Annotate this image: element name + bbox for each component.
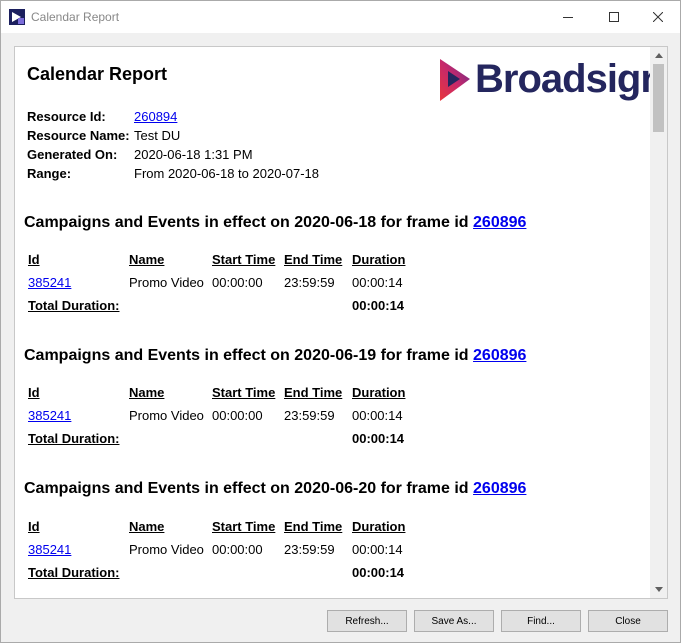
minimize-icon <box>563 17 573 18</box>
refresh-button[interactable]: Refresh... <box>327 610 407 632</box>
column-header-id: Id <box>28 252 40 267</box>
column-header-duration: Duration <box>352 385 406 400</box>
frame-id-link[interactable]: 260896 <box>473 214 526 231</box>
row-id-link[interactable]: 385241 <box>28 408 71 423</box>
resource-name-label: Resource Name: <box>27 128 130 143</box>
column-header-id: Id <box>28 519 40 534</box>
section-heading-text: Campaigns and Events in effect on 2020-0… <box>24 214 469 231</box>
frame-id-link[interactable]: 260896 <box>473 480 526 497</box>
column-header-start-time: Start Time <box>212 519 276 534</box>
close-window-button[interactable] <box>635 1 681 33</box>
save-as-button[interactable]: Save As... <box>414 610 494 632</box>
calendar-report-window: Calendar Report Calendar Report Broadsig… <box>0 0 681 643</box>
total-duration-label: Total Duration: <box>28 431 120 446</box>
report-title: Calendar Report <box>27 64 168 84</box>
row-duration: 00:00:14 <box>352 275 403 290</box>
range-label: Range: <box>27 166 72 181</box>
scrollbar-thumb[interactable] <box>653 64 664 132</box>
row-end-time: 23:59:59 <box>284 275 335 290</box>
broadsign-logo: Broadsign <box>438 57 665 103</box>
vertical-scrollbar[interactable] <box>650 47 667 598</box>
column-header-end-time: End Time <box>284 519 343 534</box>
row-start-time: 00:00:00 <box>212 408 263 423</box>
row-end-time: 23:59:59 <box>284 408 335 423</box>
row-name: Promo Video <box>129 275 204 290</box>
column-header-name: Name <box>129 385 165 400</box>
window-title: Calendar Report <box>31 10 120 24</box>
scroll-down-button[interactable] <box>650 581 667 598</box>
total-duration-value: 00:00:14 <box>352 298 405 313</box>
total-duration-label: Total Duration: <box>28 298 120 313</box>
row-id-link[interactable]: 385241 <box>28 275 71 290</box>
row-name: Promo Video <box>129 408 204 423</box>
total-duration-value: 00:00:14 <box>352 431 405 446</box>
generated-on-label: Generated On: <box>27 147 118 162</box>
row-start-time: 00:00:00 <box>212 542 263 557</box>
maximize-button[interactable] <box>591 1 637 33</box>
find-button[interactable]: Find... <box>501 610 581 632</box>
frame-id-link[interactable]: 260896 <box>473 347 526 364</box>
app-icon <box>9 9 25 25</box>
broadsign-logo-text: Broadsign <box>475 57 665 101</box>
section-heading: Campaigns and Events in effect on 2020-0… <box>24 214 526 232</box>
column-header-name: Name <box>129 519 165 534</box>
section-heading: Campaigns and Events in effect on 2020-0… <box>24 347 526 365</box>
close-button[interactable]: Close <box>588 610 668 632</box>
column-header-id: Id <box>28 385 40 400</box>
column-header-duration: Duration <box>352 252 406 267</box>
column-header-duration: Duration <box>352 519 406 534</box>
resource-id-link[interactable]: 260894 <box>134 109 177 124</box>
total-duration-value: 00:00:14 <box>352 565 405 580</box>
scroll-up-button[interactable] <box>650 47 667 64</box>
report-view[interactable]: Calendar Report Broadsign Resource Id: 2… <box>14 46 668 599</box>
row-id-link[interactable]: 385241 <box>28 542 71 557</box>
scroll-up-arrow-icon <box>654 53 663 58</box>
column-header-start-time: Start Time <box>212 385 276 400</box>
scroll-down-arrow-icon <box>654 587 663 592</box>
generated-on-value: 2020-06-18 1:31 PM <box>134 147 253 162</box>
row-end-time: 23:59:59 <box>284 542 335 557</box>
resource-name-value: Test DU <box>134 128 181 143</box>
close-icon <box>653 12 663 22</box>
row-start-time: 00:00:00 <box>212 275 263 290</box>
section-heading-text: Campaigns and Events in effect on 2020-0… <box>24 480 469 497</box>
total-duration-label: Total Duration: <box>28 565 120 580</box>
row-name: Promo Video <box>129 542 204 557</box>
section-heading-text: Campaigns and Events in effect on 2020-0… <box>24 347 469 364</box>
resource-id-label: Resource Id: <box>27 109 106 124</box>
broadsign-logo-icon <box>440 59 470 101</box>
maximize-icon <box>609 12 619 22</box>
column-header-name: Name <box>129 252 165 267</box>
row-duration: 00:00:14 <box>352 408 403 423</box>
column-header-end-time: End Time <box>284 252 343 267</box>
range-value: From 2020-06-18 to 2020-07-18 <box>134 166 320 181</box>
title-bar: Calendar Report <box>1 1 680 33</box>
minimize-button[interactable] <box>545 1 591 33</box>
section-heading: Campaigns and Events in effect on 2020-0… <box>24 480 526 498</box>
row-duration: 00:00:14 <box>352 542 403 557</box>
column-header-end-time: End Time <box>284 385 343 400</box>
column-header-start-time: Start Time <box>212 252 276 267</box>
